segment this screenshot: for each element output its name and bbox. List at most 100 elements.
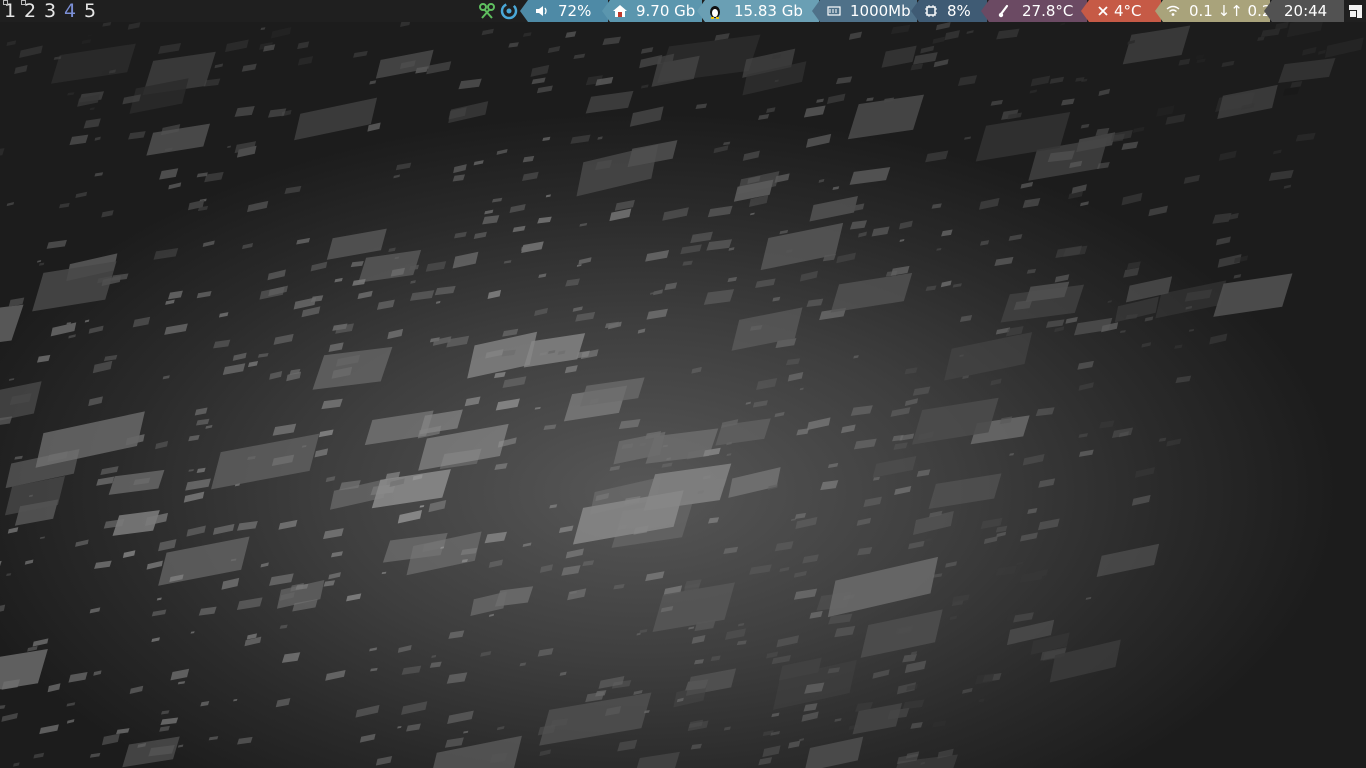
wallpaper-tile (448, 630, 465, 639)
wallpaper-tile (646, 308, 668, 320)
wallpaper-tile (406, 723, 421, 732)
wallpaper-tile (395, 162, 412, 171)
wallpaper-tile (267, 108, 287, 118)
wallpaper-tile (1022, 197, 1041, 208)
wallpaper-tile (116, 728, 130, 735)
cpu-temp-value: 27.8°C (1022, 2, 1074, 20)
wallpaper-tile (1038, 478, 1056, 488)
wallpaper-tile (196, 290, 212, 299)
wallpaper-tile (957, 75, 978, 86)
wallpaper-tile (755, 278, 776, 288)
wallpaper-tile (1077, 360, 1094, 370)
wallpaper-tile (101, 733, 120, 746)
wallpaper-tile (1078, 433, 1088, 438)
wallpaper-tile (218, 312, 229, 318)
clock[interactable]: 20:44 (1264, 0, 1344, 22)
wallpaper-tile (959, 314, 973, 323)
wallpaper-tile (840, 424, 856, 434)
wallpaper-tile (508, 42, 519, 48)
wallpaper-tile (84, 319, 90, 323)
wallpaper-tile (980, 240, 990, 246)
wallpaper-tile (94, 172, 104, 177)
wallpaper-tile (736, 640, 747, 646)
workspace-5[interactable]: 5 (80, 0, 100, 22)
workspace-3[interactable]: 3 (40, 0, 60, 22)
wallpaper-tile (297, 41, 310, 50)
wallpaper-tile (1221, 60, 1235, 68)
wallpaper-tile (830, 272, 913, 313)
wallpaper-tile (645, 571, 665, 582)
weather-indicator[interactable]: 4°C (1081, 0, 1161, 22)
clock-time: 20:44 (1284, 2, 1328, 20)
wallpaper-tile (1324, 37, 1364, 59)
wallpaper-tile (167, 290, 183, 300)
wallpaper-tile (87, 34, 93, 38)
wallpaper-tile (1123, 267, 1140, 278)
wallpaper-tile (758, 113, 770, 120)
wallpaper-tile (260, 27, 266, 31)
wallpaper-tile (795, 516, 818, 530)
wallpaper-tile (779, 566, 790, 573)
wallpaper-tile (1213, 273, 1293, 317)
wallpaper-tile (122, 736, 180, 768)
workspace-4[interactable]: 4 (60, 0, 80, 22)
wallpaper-tile (916, 469, 931, 477)
wallpaper-tile (321, 398, 343, 410)
wallpaper-tile (573, 53, 586, 60)
wallpaper-tile (196, 467, 206, 473)
wallpaper-tile (827, 556, 939, 618)
wallpaper-tile (67, 92, 75, 96)
wallpaper-tile (66, 702, 76, 707)
wallpaper-tile (537, 647, 554, 657)
wallpaper-tile (1, 712, 18, 722)
workspace-label: 3 (43, 0, 57, 22)
wallpaper-tile (804, 736, 864, 768)
wallpaper-tile (480, 650, 492, 657)
layout-icon[interactable] (1349, 5, 1362, 18)
wallpaper-tile (100, 466, 119, 475)
wallpaper-tile (369, 80, 377, 85)
wallpaper-tile (925, 285, 937, 292)
wallpaper-tile (502, 328, 519, 337)
wallpaper-tile (37, 259, 42, 263)
wallpaper-tile (962, 687, 973, 694)
wallpaper-tile (995, 565, 1017, 576)
workspace-label: 5 (83, 0, 97, 22)
wallpaper-tile (774, 541, 794, 552)
root-disk-value: 15.83 Gb (734, 2, 803, 20)
wallpaper-tile (858, 231, 867, 238)
steam-icon[interactable] (500, 2, 518, 20)
workspace-label: 4 (63, 0, 77, 22)
wallpaper-tile (542, 136, 551, 142)
wallpaper-tile (284, 185, 302, 195)
wallpaper-tile (301, 306, 321, 318)
wallpaper-tile (484, 531, 508, 544)
wallpaper-tile (827, 462, 839, 469)
wallpaper-tile (89, 607, 101, 614)
wallpaper-tile (453, 164, 467, 174)
wallpaper-tile (495, 398, 520, 411)
wallpaper-tile (6, 202, 15, 207)
wallpaper-tile (1085, 596, 1092, 600)
wallpaper-tile (990, 99, 1003, 106)
wallpaper-tile (293, 297, 317, 310)
wallpaper-tile (127, 22, 141, 30)
scissors-icon[interactable] (478, 2, 496, 20)
wallpaper-tile (101, 210, 114, 218)
workspace-1[interactable]: 1 (0, 0, 20, 22)
network-indicator[interactable]: 0.1 ↓↑ 0.2 (1155, 0, 1270, 22)
wallpaper-tile (908, 540, 925, 550)
wallpaper-tile (653, 289, 664, 296)
wallpaper-tile (355, 704, 380, 718)
wallpaper-tile (1156, 105, 1175, 117)
wallpaper-tile (502, 376, 527, 389)
wallpaper-tile (330, 551, 343, 558)
wallpaper-tile (578, 257, 592, 265)
wallpaper-tile (990, 378, 1002, 386)
volume-indicator[interactable]: 72% (520, 0, 608, 22)
workspace-2[interactable]: 2 (20, 0, 40, 22)
wallpaper-tile (1195, 54, 1205, 60)
wallpaper-tile (397, 644, 412, 653)
wallpaper-tile (375, 49, 434, 79)
wallpaper-tile (346, 593, 362, 602)
